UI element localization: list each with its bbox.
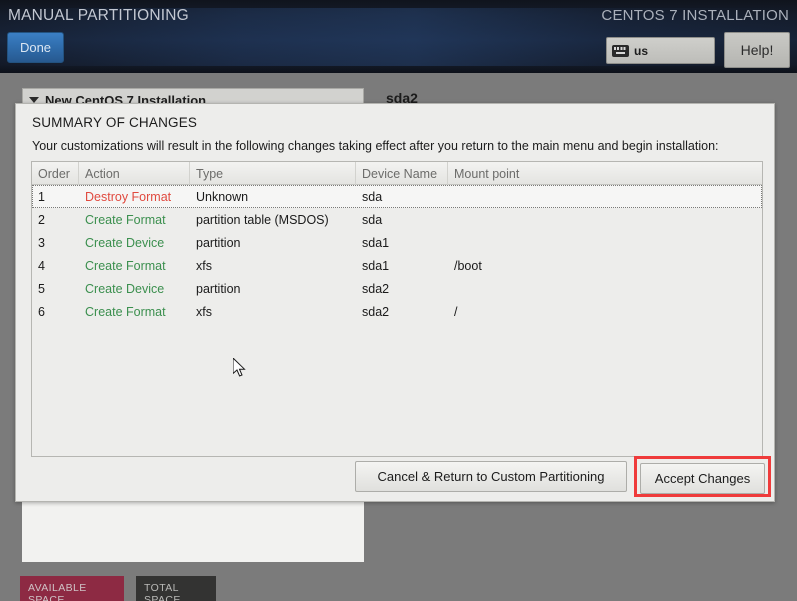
cell-type: partition [190, 277, 356, 300]
cell-type: partition [190, 231, 356, 254]
done-button[interactable]: Done [7, 32, 64, 63]
cell-action: Create Format [79, 300, 190, 323]
help-button[interactable]: Help! [724, 32, 790, 68]
cell-mount-point [448, 277, 762, 300]
cell-type: Unknown [190, 185, 356, 208]
table-row[interactable]: 4Create Formatxfssda1/boot [32, 254, 762, 277]
column-header-type: Type [190, 162, 356, 185]
cancel-return-button[interactable]: Cancel & Return to Custom Partitioning [355, 461, 627, 492]
cell-order: 6 [32, 300, 79, 323]
accept-changes-highlight: Accept Changes [634, 456, 771, 497]
total-space-box: TOTAL SPACE 20 GiB [136, 576, 216, 601]
cell-device-name: sda [356, 185, 448, 208]
table-row[interactable]: 2Create Formatpartition table (MSDOS)sda [32, 208, 762, 231]
cell-type: xfs [190, 254, 356, 277]
keyboard-layout-label: us [634, 44, 648, 58]
cell-order: 5 [32, 277, 79, 300]
column-header-mount-point: Mount point [448, 162, 762, 185]
cell-mount-point [448, 231, 762, 254]
cell-mount-point: / [448, 300, 762, 323]
cell-action: Create Format [79, 208, 190, 231]
cell-device-name: sda2 [356, 300, 448, 323]
available-space-box: AVAILABLE SPACE 992.5 KiB [20, 576, 124, 601]
cell-device-name: sda1 [356, 231, 448, 254]
cell-type: xfs [190, 300, 356, 323]
table-body: 1Destroy FormatUnknownsda2Create Formatp… [32, 185, 762, 323]
cell-order: 3 [32, 231, 79, 254]
cell-device-name: sda [356, 208, 448, 231]
mouse-cursor [233, 358, 247, 378]
help-button-label: Help! [741, 42, 774, 58]
dialog-title: SUMMARY OF CHANGES [32, 115, 197, 130]
cell-action: Destroy Format [79, 185, 190, 208]
keyboard-layout-indicator[interactable]: us [606, 37, 715, 64]
keyboard-icon [612, 45, 629, 57]
cell-mount-point [448, 185, 762, 208]
dialog-footer: Cancel & Return to Custom Partitioning A… [16, 456, 774, 501]
table-row[interactable]: 1Destroy FormatUnknownsda [32, 185, 762, 208]
cell-action: Create Device [79, 231, 190, 254]
cell-order: 1 [32, 185, 79, 208]
cell-mount-point: /boot [448, 254, 762, 277]
column-header-order: Order [32, 162, 79, 185]
cell-mount-point [448, 208, 762, 231]
summary-of-changes-dialog: SUMMARY OF CHANGES Your customizations w… [15, 103, 775, 502]
cell-type: partition table (MSDOS) [190, 208, 356, 231]
installer-title: CENTOS 7 INSTALLATION [601, 7, 789, 24]
cell-order: 2 [32, 208, 79, 231]
total-space-caption: TOTAL SPACE [144, 582, 216, 601]
accept-changes-label: Accept Changes [655, 471, 750, 486]
done-button-label: Done [20, 40, 51, 55]
cell-device-name: sda1 [356, 254, 448, 277]
changes-table: Order Action Type Device Name Mount poin… [31, 161, 763, 457]
table-row[interactable]: 6Create Formatxfssda2/ [32, 300, 762, 323]
app-header: MANUAL PARTITIONING CENTOS 7 INSTALLATIO… [0, 0, 797, 73]
cell-action: Create Device [79, 277, 190, 300]
table-row[interactable]: 3Create Devicepartitionsda1 [32, 231, 762, 254]
page-title: MANUAL PARTITIONING [8, 7, 189, 25]
column-header-action: Action [79, 162, 190, 185]
table-header-row: Order Action Type Device Name Mount poin… [32, 162, 762, 185]
cell-order: 4 [32, 254, 79, 277]
cell-device-name: sda2 [356, 277, 448, 300]
dialog-description: Your customizations will result in the f… [32, 139, 719, 153]
column-header-device-name: Device Name [356, 162, 448, 185]
cell-action: Create Format [79, 254, 190, 277]
table-row[interactable]: 5Create Devicepartitionsda2 [32, 277, 762, 300]
cancel-return-label: Cancel & Return to Custom Partitioning [378, 469, 605, 484]
available-space-caption: AVAILABLE SPACE [28, 582, 124, 601]
accept-changes-button[interactable]: Accept Changes [640, 463, 765, 494]
